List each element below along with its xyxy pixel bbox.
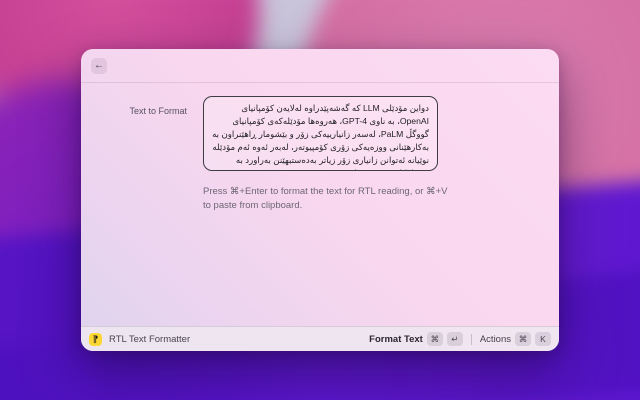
rtl-formatter-app-icon: ¶ bbox=[89, 332, 102, 346]
footer-divider bbox=[470, 333, 472, 345]
return-key-badge: ↵ bbox=[446, 332, 463, 346]
window-header: ← bbox=[81, 49, 559, 83]
command-key-badge: ⌘ bbox=[426, 332, 443, 346]
shortcut-hint-text: Press ⌘+Enter to format the text for RTL… bbox=[203, 186, 448, 211]
actions-menu-action[interactable]: Actions ⌘ K bbox=[480, 332, 551, 346]
action-bar: ¶ RTL Text Formatter Format Text ⌘ ↵ Act… bbox=[81, 326, 559, 351]
command-key-badge: ⌘ bbox=[515, 332, 531, 346]
back-button[interactable]: ← bbox=[91, 58, 107, 74]
back-arrow-icon: ← bbox=[94, 60, 104, 71]
app-name: RTL Text Formatter bbox=[109, 333, 191, 345]
text-to-format-label: Text to Format bbox=[129, 106, 187, 116]
format-text-action[interactable]: Format Text ⌘ ↵ bbox=[369, 332, 463, 346]
raycast-window: ← Text to Format دواین مۆدێلی LLM کە گەش… bbox=[81, 49, 559, 351]
k-key-badge: K bbox=[535, 332, 551, 346]
format-text-label: Format Text bbox=[369, 333, 423, 345]
text-to-format-textarea[interactable]: دواین مۆدێلی LLM کە گەشەپێدراوە لەلایەن … bbox=[203, 96, 438, 171]
actions-label: Actions bbox=[479, 333, 511, 345]
pilcrow-icon: ¶ bbox=[92, 333, 98, 344]
window-body: Text to Format دواین مۆدێلی LLM کە گەشەپ… bbox=[81, 83, 559, 326]
